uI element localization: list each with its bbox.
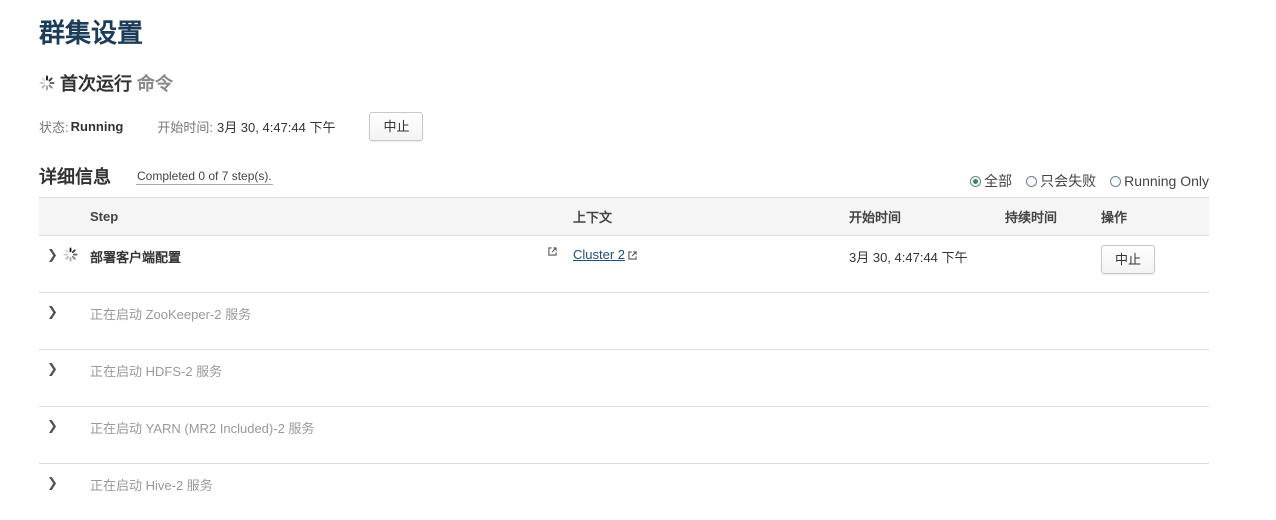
abort-step-button[interactable]: 中止 — [1101, 245, 1155, 274]
step-name: 正在启动 Hive-2 服务 — [90, 464, 1209, 494]
step-name: 正在启动 YARN (MR2 Included)-2 服务 — [90, 407, 1209, 437]
status-line: 状态: Running 开始时间: 3月 30, 4:47:44 下午 中止 — [39, 111, 423, 141]
loading-spinner-icon — [63, 247, 78, 262]
filter-all-label: 全部 — [984, 171, 1012, 191]
start-time-value: 3月 30, 4:47:44 下午 — [217, 117, 336, 136]
radio-failed-only[interactable] — [1026, 176, 1037, 187]
abort-command-button[interactable]: 中止 — [369, 112, 423, 141]
chevron-right-icon[interactable]: ❯ — [47, 418, 58, 434]
table-row: ❯ 正在启动 HDFS-2 服务 — [39, 350, 1209, 407]
step-name: 正在启动 ZooKeeper-2 服务 — [90, 293, 1209, 323]
filter-failed-only-label: 只会失败 — [1040, 171, 1096, 191]
status-label: 状态: — [39, 117, 69, 136]
command-title: 首次运行 命令 — [39, 70, 173, 96]
column-header-context[interactable]: 上下文 — [573, 198, 849, 236]
details-header: 详细信息 Completed 0 of 7 step(s). 全部 只会失败 R… — [39, 164, 1209, 192]
context-link[interactable]: Cluster 2 — [573, 247, 625, 262]
filter-running-only-label: Running Only — [1124, 173, 1209, 189]
column-header-start-time[interactable]: 开始时间 — [849, 198, 1005, 236]
table-row: ❯ 正在启动 YARN (MR2 Included)-2 服务 — [39, 407, 1209, 464]
page-title: 群集设置 — [39, 16, 143, 50]
radio-all[interactable] — [970, 176, 981, 187]
steps-summary: Completed 0 of 7 step(s). — [136, 168, 273, 185]
table-header-row: Step 上下文 开始时间 持续时间 操作 — [39, 198, 1209, 236]
command-name: 首次运行 — [60, 70, 132, 96]
steps-table: Step 上下文 开始时间 持续时间 操作 ❯ 部署 — [39, 197, 1209, 520]
external-link-icon[interactable] — [628, 251, 637, 260]
chevron-right-icon[interactable]: ❯ — [47, 475, 58, 491]
table-row: ❯ 部署客户端配置 Cluster 2 3月 30, 4 — [39, 236, 1209, 293]
details-title: 详细信息 — [39, 164, 111, 190]
command-subtitle: 命令 — [137, 70, 173, 96]
status-value: Running — [71, 119, 124, 134]
column-header-step[interactable]: Step — [90, 198, 573, 236]
chevron-right-icon[interactable]: ❯ — [47, 247, 58, 263]
table-row: ❯ 正在启动 ZooKeeper-2 服务 — [39, 293, 1209, 350]
filter-all[interactable]: 全部 — [970, 171, 1012, 191]
filter-failed-only[interactable]: 只会失败 — [1026, 171, 1096, 191]
radio-running-only[interactable] — [1110, 176, 1121, 187]
start-time-label: 开始时间: — [157, 117, 213, 136]
chevron-right-icon[interactable]: ❯ — [47, 361, 58, 377]
step-name: 部署客户端配置 — [90, 247, 181, 266]
step-start-time: 3月 30, 4:47:44 下午 — [849, 236, 1005, 266]
step-filters: 全部 只会失败 Running Only — [956, 171, 1209, 191]
step-duration — [1005, 236, 1101, 247]
chevron-right-icon[interactable]: ❯ — [47, 304, 58, 320]
column-header-actions: 操作 — [1101, 198, 1209, 236]
loading-spinner-icon — [39, 75, 55, 91]
external-link-icon[interactable] — [548, 247, 557, 256]
column-header-duration[interactable]: 持续时间 — [1005, 198, 1101, 236]
table-row: ❯ 正在启动 Hive-2 服务 — [39, 464, 1209, 520]
filter-running-only[interactable]: Running Only — [1110, 173, 1209, 189]
step-name: 正在启动 HDFS-2 服务 — [90, 350, 1209, 380]
